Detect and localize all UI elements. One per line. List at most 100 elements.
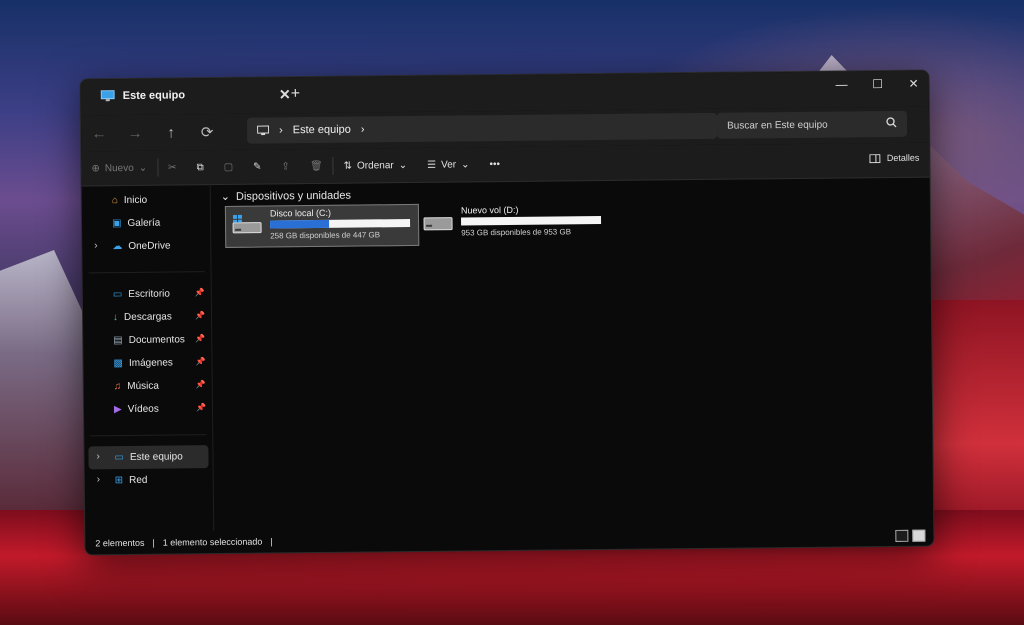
paste-button[interactable]: ▢ (214, 161, 244, 172)
sidebar-item-inicio[interactable]: ⌂ Inicio (82, 188, 210, 212)
file-explorer-window: Este equipo ✕ + — ☐ ✕ ← → ↑ ⟳ › Este equ… (79, 69, 935, 556)
sidebar-item-label: OneDrive (128, 240, 171, 252)
pin-icon[interactable]: 📌 (196, 380, 206, 389)
new-button[interactable]: ⊕ Nuevo ⌄ (81, 162, 157, 174)
share-button[interactable]: ⇪ (271, 161, 300, 172)
details-view-button[interactable] (895, 529, 909, 542)
sidebar-item-imagenes[interactable]: ▩ Imágenes 📌 (83, 351, 211, 375)
chevron-right-icon[interactable]: › (96, 451, 99, 462)
computer-icon: ▭ (114, 452, 125, 464)
sidebar-item-onedrive[interactable]: › ☁ OneDrive (82, 234, 210, 258)
search-placeholder: Buscar en Este equipo (726, 119, 828, 132)
up-button[interactable]: ↑ (153, 124, 189, 141)
scissors-icon: ✂ (168, 161, 177, 174)
drive-usage-bar (270, 219, 411, 229)
rename-button[interactable]: ✎ (243, 161, 272, 172)
new-tab-button[interactable]: + (291, 85, 301, 103)
sidebar-item-label: Música (127, 380, 159, 392)
content-pane: ⌄ Dispositivos y unidades Disco local (C… (211, 177, 934, 532)
back-button[interactable]: ← (81, 125, 117, 142)
sidebar-item-label: Este equipo (129, 451, 183, 463)
sidebar-divider (88, 257, 205, 274)
share-icon: ⇪ (281, 160, 290, 172)
sidebar-item-label: Red (129, 474, 148, 486)
pin-icon[interactable]: 📌 (196, 403, 206, 412)
minimize-button[interactable]: — (835, 77, 849, 91)
drive-name: Nuevo vol (D:) (460, 204, 519, 216)
forward-button[interactable]: → (117, 124, 153, 141)
pin-icon[interactable]: 📌 (195, 311, 205, 320)
delete-button[interactable]: 🗑 (300, 160, 333, 171)
details-button[interactable]: Detalles (869, 153, 919, 164)
hard-drive-icon (423, 217, 453, 231)
sidebar-item-videos[interactable]: ▶ Vídeos 📌 (84, 397, 212, 421)
maximize-button[interactable]: ☐ (871, 77, 885, 91)
desktop-icon: ▭ (112, 289, 123, 301)
music-icon: ♫ (113, 381, 122, 393)
sidebar-item-label: Imágenes (128, 357, 173, 369)
drive-usage-bar (461, 216, 602, 226)
copy-button[interactable]: ⧉ (186, 162, 213, 173)
pin-icon[interactable]: 📌 (195, 334, 205, 343)
more-options-button[interactable]: ••• (479, 158, 510, 170)
sidebar-item-label: Inicio (123, 194, 148, 207)
sidebar-item-galeria[interactable]: ▣ Galería (82, 211, 210, 235)
selection-count: 1 elemento seleccionado (162, 536, 263, 548)
sort-icon: ⇅ (343, 160, 353, 172)
drive-usage-fill (270, 219, 329, 229)
drive-c[interactable]: Disco local (C:) 258 GB disponibles de 4… (224, 203, 420, 248)
search-icon (886, 117, 897, 128)
drive-d[interactable]: Nuevo vol (D:) 953 GB disponibles de 953… (417, 202, 609, 244)
computer-icon (100, 90, 115, 102)
chevron-down-icon: ⌄ (138, 162, 148, 174)
sidebar-item-este-equipo[interactable]: › ▭ Este equipo (88, 445, 209, 470)
more-icon: ••• (489, 158, 501, 170)
sidebar-item-red[interactable]: › ⊞ Red (85, 468, 213, 492)
pin-icon[interactable]: 📌 (195, 288, 205, 297)
sidebar-item-label: Vídeos (127, 403, 159, 415)
sort-label: Ordenar (356, 159, 394, 172)
sidebar-item-documentos[interactable]: ▤ Documentos 📌 (83, 328, 211, 352)
drive-free-space: 258 GB disponibles de 447 GB (270, 230, 381, 241)
status-divider: | (270, 536, 273, 547)
gallery-icon: ▣ (111, 218, 122, 230)
view-button[interactable]: ☰ Ver ⌄ (417, 159, 479, 171)
sidebar-item-descargas[interactable]: ↓ Descargas 📌 (83, 305, 211, 329)
sidebar-item-escritorio[interactable]: ▭ Escritorio 📌 (83, 282, 211, 306)
paste-icon: ▢ (223, 161, 234, 173)
view-toggle (895, 529, 926, 542)
chevron-down-icon: ⌄ (398, 159, 408, 171)
sidebar-item-label: Documentos (128, 334, 185, 346)
view-icon: ☰ (427, 159, 437, 171)
tiles-view-button[interactable] (912, 529, 926, 542)
sidebar-item-label: Galería (127, 217, 161, 229)
image-icon: ▩ (113, 358, 124, 370)
refresh-button[interactable]: ⟳ (189, 123, 225, 141)
chevron-right-icon[interactable]: › (361, 123, 365, 135)
close-window-button[interactable]: ✕ (907, 77, 921, 91)
plus-circle-icon: ⊕ (91, 162, 100, 174)
search-input[interactable]: Buscar en Este equipo (716, 110, 908, 139)
cut-button[interactable]: ✂ (158, 162, 187, 173)
breadcrumb[interactable]: Este equipo (293, 124, 351, 137)
tab-este-equipo[interactable]: Este equipo ✕ (91, 79, 291, 111)
section-header[interactable]: ⌄ Dispositivos y unidades (221, 189, 351, 203)
chevron-right-icon[interactable]: › (94, 240, 97, 251)
document-icon: ▤ (113, 335, 123, 347)
tab-title: Este equipo (122, 89, 186, 103)
trash-icon: 🗑 (309, 160, 323, 172)
chevron-right-icon: › (279, 124, 283, 137)
sidebar-item-label: Descargas (123, 311, 172, 324)
sidebar-divider (90, 420, 207, 437)
main-area: ⌂ Inicio ▣ Galería › ☁ OneDrive ▭ Escrit… (81, 177, 934, 533)
sort-button[interactable]: ⇅ Ordenar ⌄ (334, 159, 418, 172)
window-controls: — ☐ ✕ (835, 77, 921, 92)
sidebar-item-musica[interactable]: ♫ Música 📌 (84, 374, 212, 398)
close-tab-icon[interactable]: ✕ (279, 86, 291, 103)
address-bar[interactable]: › Este equipo › (246, 112, 718, 144)
chevron-right-icon[interactable]: › (97, 474, 100, 485)
new-label: Nuevo (104, 162, 134, 174)
download-icon: ↓ (112, 312, 119, 324)
wallpaper-mountain-left (0, 250, 90, 510)
pin-icon[interactable]: 📌 (195, 357, 205, 366)
